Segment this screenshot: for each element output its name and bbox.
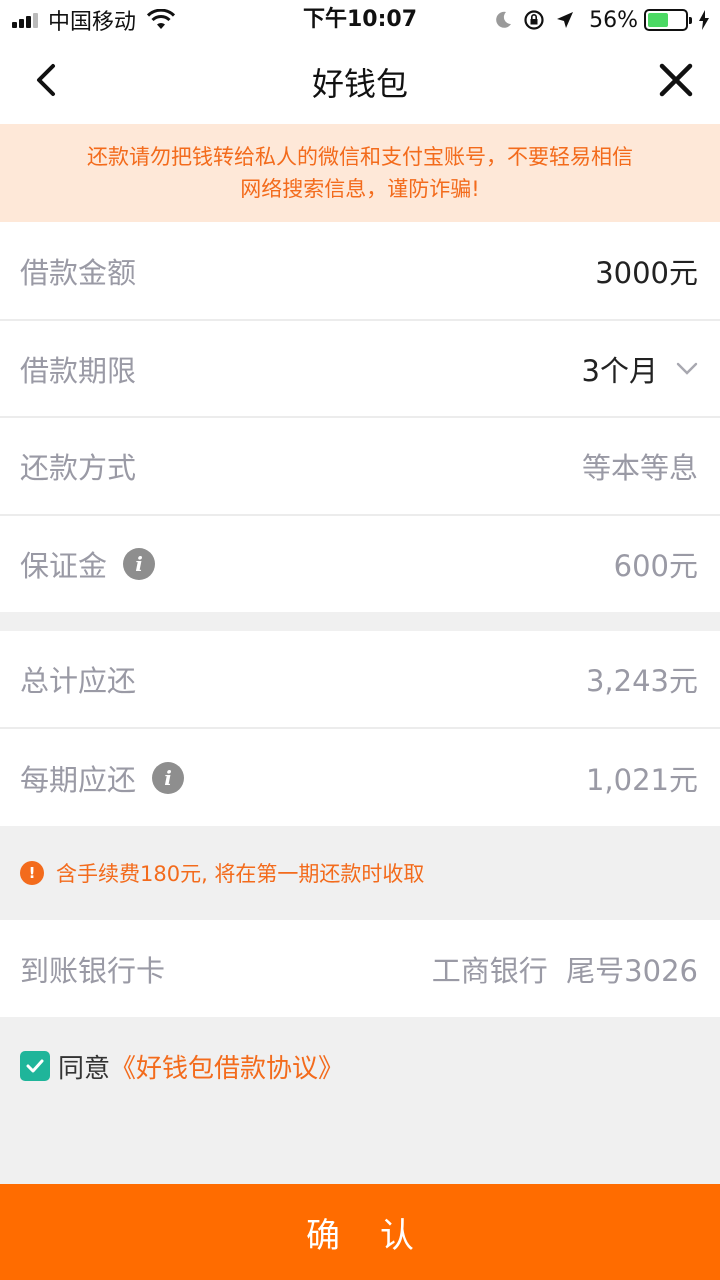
confirm-button[interactable]: 确认 <box>0 1184 720 1280</box>
battery-icon <box>644 9 692 31</box>
total-repayment-value: 3,243元 <box>585 664 698 698</box>
loan-term-selector[interactable]: 3个月 <box>582 348 698 390</box>
deposit-label: 保证金 <box>20 549 108 583</box>
warning-notice: 还款请勿把钱转给私人的微信和支付宝账号，不要轻易相信 网络搜索信息，谨防诈骗! <box>0 124 720 222</box>
total-repayment-label: 总计应还 <box>20 664 137 698</box>
back-button[interactable] <box>24 58 68 102</box>
charging-icon <box>699 10 709 30</box>
agreement: 同意 《好钱包借款协议》 <box>20 1048 344 1085</box>
chevron-down-icon <box>676 362 698 376</box>
agreement-checkbox[interactable] <box>20 1051 50 1081</box>
moon-icon <box>496 11 512 28</box>
loan-term-label: 借款期限 <box>20 353 137 388</box>
info-icon[interactable]: i <box>152 761 185 794</box>
repayment-method-row: 还款方式 等本等息 <box>0 418 720 514</box>
chevron-left-icon <box>37 64 55 96</box>
nav-bar: 好钱包 <box>0 40 720 124</box>
bank-card-label: 到账银行卡 <box>20 953 166 988</box>
rotation-lock-icon <box>524 10 544 30</box>
status-right: 56% <box>493 0 710 40</box>
deposit-value: 600元 <box>613 549 698 583</box>
notice-line-2: 网络搜索信息，谨防诈骗! <box>240 177 480 201</box>
close-button[interactable] <box>654 58 698 102</box>
agreement-prefix: 同意 <box>58 1053 111 1084</box>
loan-amount-value: 3000元 <box>595 255 698 290</box>
loan-amount-label: 借款金额 <box>20 255 137 290</box>
loan-term-value: 3个月 <box>581 353 658 388</box>
total-repayment-row: 总计应还 3,243元 <box>0 631 720 727</box>
notice-line-1: 还款请勿把钱转给私人的微信和支付宝账号，不要轻易相信 <box>87 145 633 169</box>
checkmark-icon <box>26 1059 44 1073</box>
status-left: 中国移动 <box>12 0 176 40</box>
agreement-link[interactable]: 《好钱包借款协议》 <box>110 1048 344 1085</box>
repayment-method-value: 等本等息 <box>581 451 698 485</box>
signal-icon <box>12 12 40 28</box>
deposit-label-group: 保证金 i <box>20 543 156 585</box>
info-icon[interactable]: i <box>123 548 156 580</box>
per-period-label-group: 每期应还 i <box>20 757 185 799</box>
alert-icon: ! <box>20 861 44 885</box>
per-period-label: 每期应还 <box>20 762 137 797</box>
per-period-value: 1,021元 <box>585 762 698 797</box>
status-bar: 中国移动 下午10:07 56% <box>0 0 720 40</box>
loan-term-row[interactable]: 借款期限 3个月 <box>0 321 720 416</box>
bank-card-row[interactable]: 到账银行卡 工商银行 尾号3026 <box>0 920 720 1017</box>
repayment-method-label: 还款方式 <box>20 451 137 485</box>
deposit-row: 保证金 i 600元 <box>0 516 720 612</box>
bank-card-value: 工商银行 尾号3026 <box>431 953 698 988</box>
wifi-icon <box>146 9 176 29</box>
close-icon <box>659 63 693 97</box>
location-icon <box>557 12 574 28</box>
carrier-label: 中国移动 <box>48 10 137 35</box>
battery-percent: 56% <box>589 7 638 33</box>
loan-amount-row: 借款金额 3000元 <box>0 222 720 319</box>
fee-note: ! 含手续费180元, 将在第一期还款时收取 <box>0 826 720 920</box>
fee-note-text: 含手续费180元, 将在第一期还款时收取 <box>56 862 425 886</box>
page-title: 好钱包 <box>311 65 408 103</box>
per-period-row: 每期应还 i 1,021元 <box>0 729 720 826</box>
